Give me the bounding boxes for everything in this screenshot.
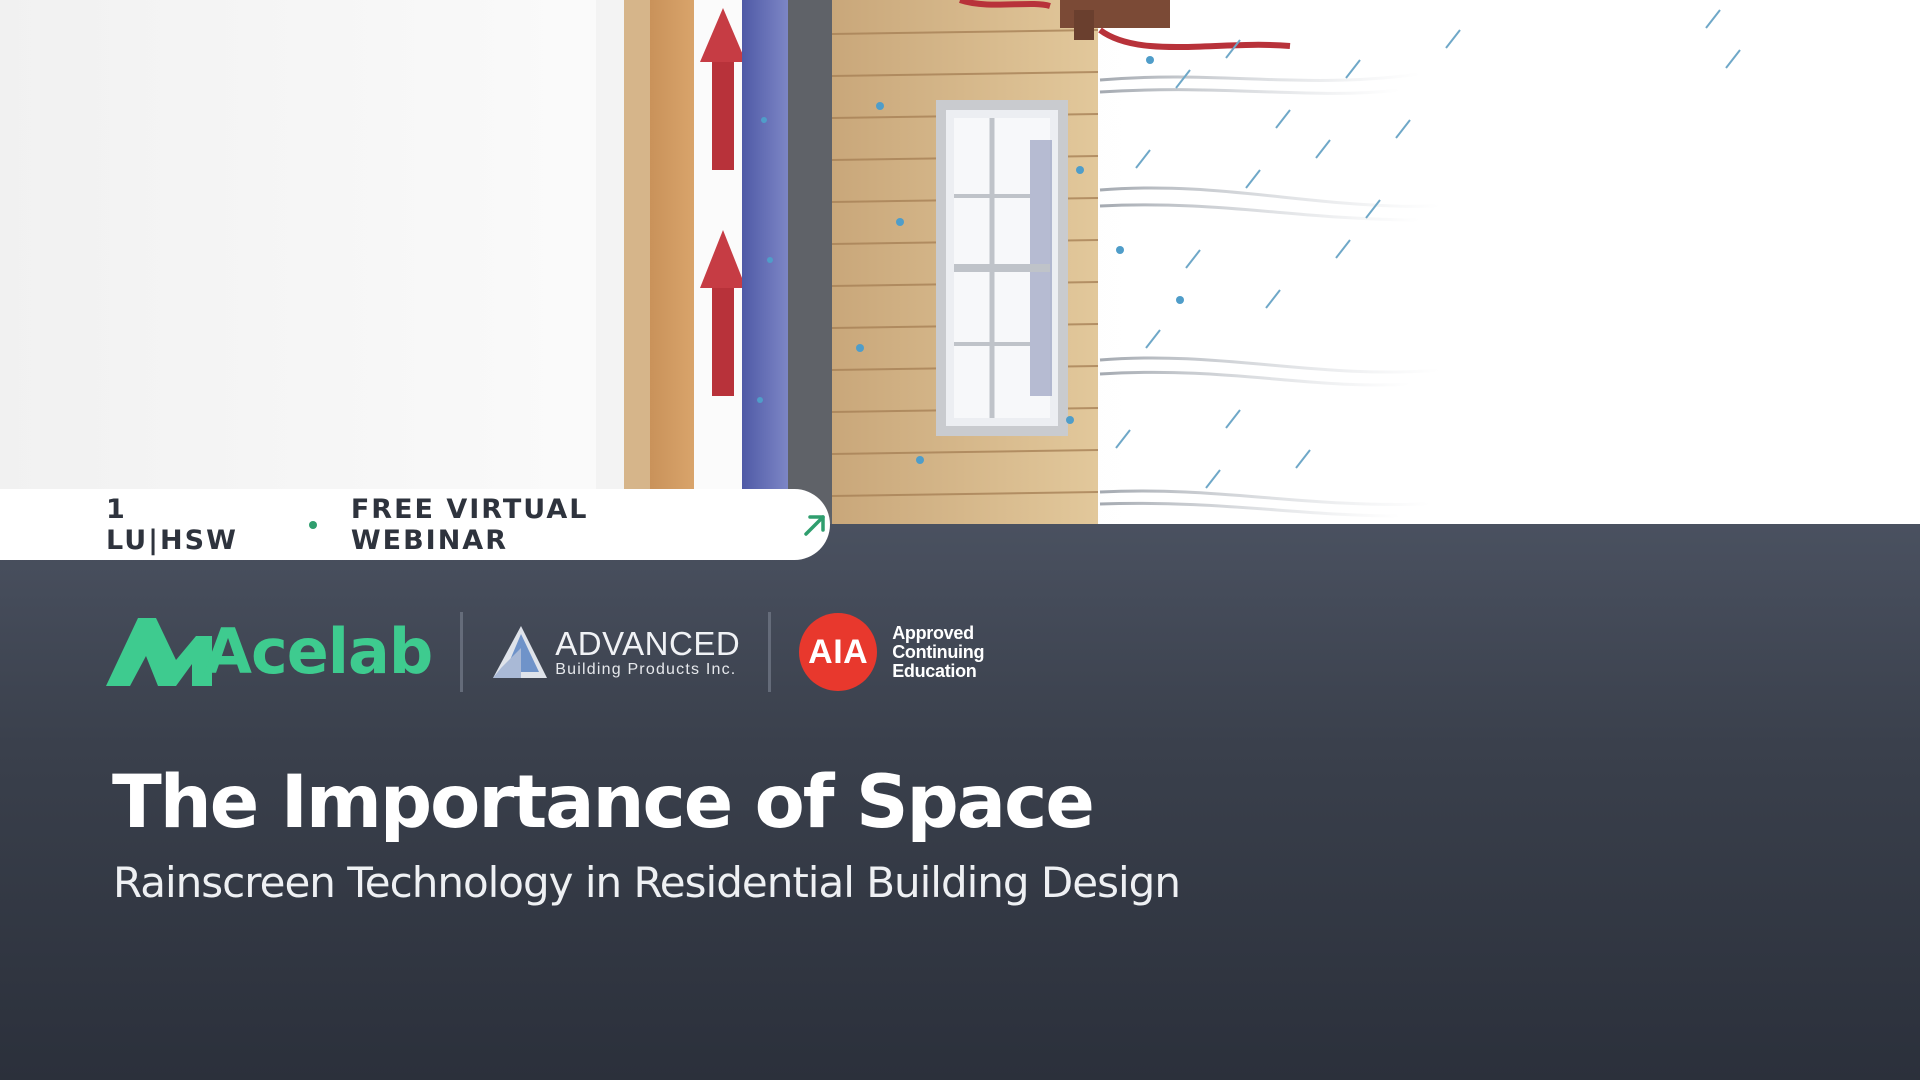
acelab-logo: Acelab	[106, 615, 433, 688]
rainscreen-wall-illustration	[596, 0, 1741, 524]
partner-logos: Acelab ADVANCED Building Products Inc. A…	[106, 612, 984, 692]
event-label: FREE VIRTUAL WEBINAR	[350, 493, 589, 556]
credit-label: 1 LU|HSW	[106, 493, 238, 556]
acelab-wordmark: Acelab	[204, 615, 433, 688]
raindrops	[1115, 9, 1741, 489]
aia-logo: AIA Approved Continuing Education	[799, 613, 984, 691]
arrow-up-right-icon[interactable]	[800, 510, 830, 540]
logo-divider	[460, 612, 464, 692]
page-title: The Importance of Space	[112, 760, 1095, 845]
wind-streaks	[1099, 72, 1441, 518]
webinar-banner[interactable]: 1 LU|HSW FREE VIRTUAL WEBINAR	[0, 489, 830, 560]
aia-mark: AIA	[799, 613, 878, 691]
aia-line-1: Approved	[892, 622, 974, 643]
hero-illustration	[0, 0, 1920, 524]
abp-triangle-icon	[493, 626, 548, 678]
acelab-mark-icon	[106, 618, 212, 686]
advanced-building-products-logo: ADVANCED Building Products Inc.	[491, 624, 740, 680]
separator-dot	[308, 520, 317, 529]
window-graphic	[936, 100, 1068, 436]
logo-divider	[768, 612, 772, 692]
aia-line-3: Education	[892, 660, 977, 681]
abp-title: ADVANCED	[555, 624, 741, 662]
abp-subtitle: Building Products Inc.	[555, 660, 737, 678]
page-subtitle: Rainscreen Technology in Residential Bui…	[113, 858, 1181, 907]
aia-line-2: Continuing	[892, 641, 985, 662]
